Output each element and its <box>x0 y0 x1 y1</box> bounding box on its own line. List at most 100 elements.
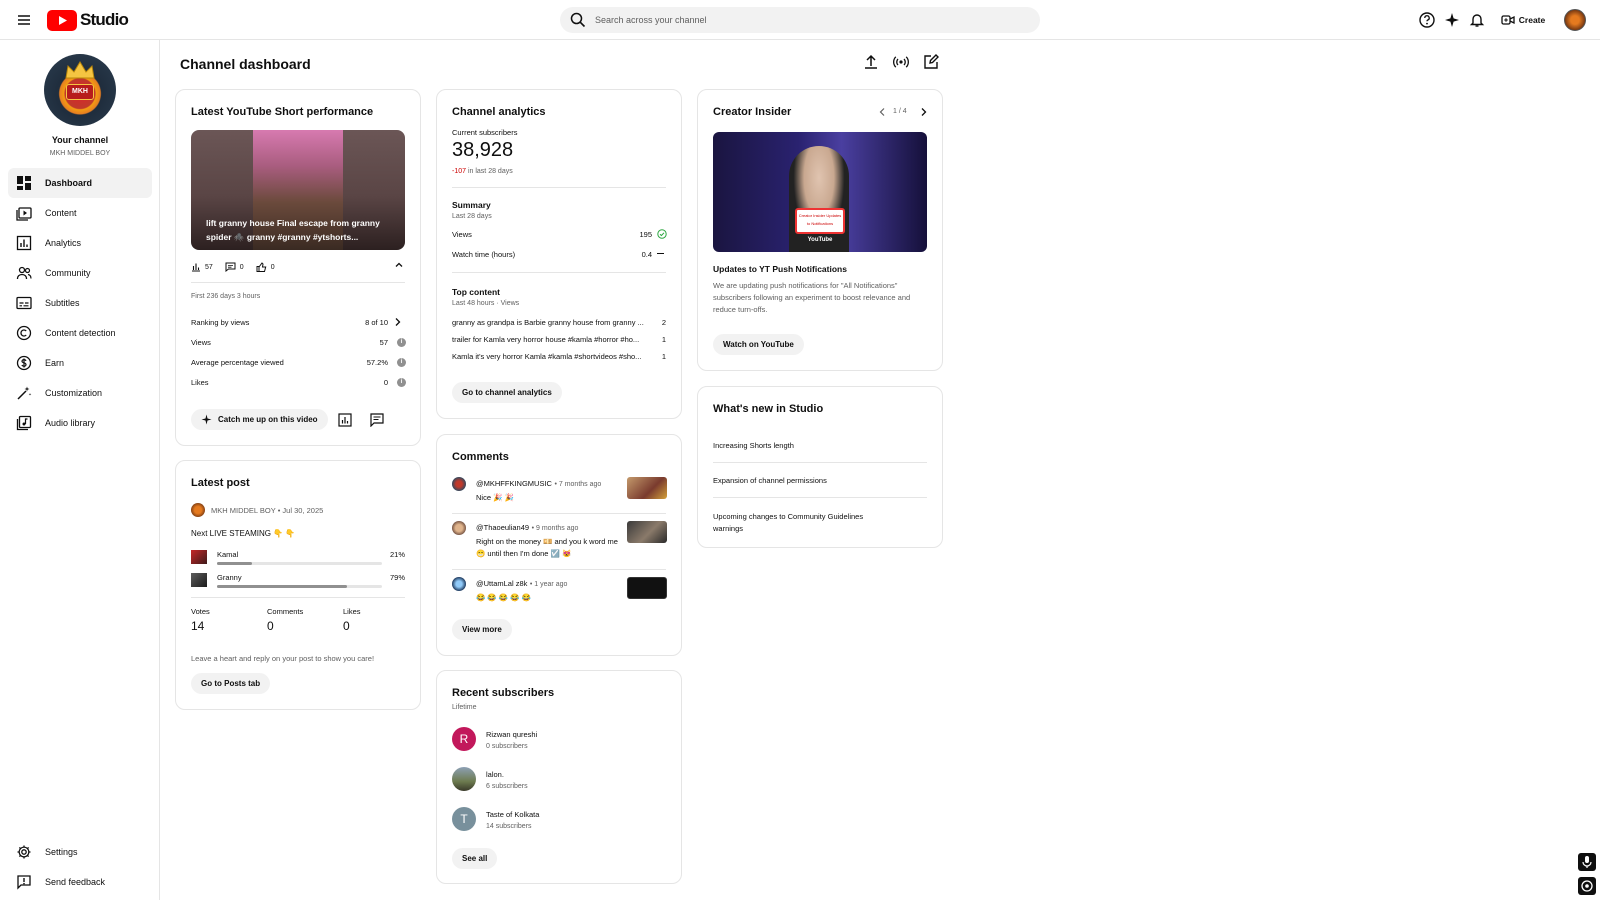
subscriber-name[interactable]: lalon. <box>486 770 504 779</box>
account-avatar[interactable] <box>1564 9 1586 31</box>
sidebar-item-settings[interactable]: Settings <box>8 837 152 867</box>
top-content-item[interactable]: Kamla it's very horror Kamla #kamla #sho… <box>452 352 652 361</box>
creator-insider-video-thumbnail[interactable]: Creator Insider Updates to Notifications… <box>713 132 927 252</box>
avg-viewed-value: 57.2% <box>366 358 388 367</box>
go-to-posts-tab-button[interactable]: Go to Posts tab <box>191 673 271 694</box>
info-icon[interactable]: i <box>397 358 406 367</box>
collapse-chevron-icon[interactable] <box>394 260 404 270</box>
votes-value: 14 <box>191 619 205 633</box>
sidebar-item-audio-library[interactable]: Audio library <box>8 408 152 438</box>
view-more-button[interactable]: View more <box>452 619 512 640</box>
post-author[interactable]: MKH MIDDEL BOY <box>211 506 276 515</box>
go-to-channel-analytics-button[interactable]: Go to channel analytics <box>452 382 562 403</box>
poll-bar-fill <box>217 562 252 565</box>
top-content-views: 1 <box>661 335 666 344</box>
subscriber-name[interactable]: Taste of Kolkata <box>486 810 539 819</box>
comment-video-thumbnail[interactable] <box>627 521 667 543</box>
short-video-title: lift granny house Final escape from gran… <box>206 218 380 242</box>
channel-avatar-badge: MKH <box>66 84 94 100</box>
votes-label: Votes <box>191 607 210 616</box>
subscriber-avatar[interactable]: R <box>452 727 476 751</box>
sidebar-item-customization[interactable]: Customization <box>8 378 152 408</box>
sidebar-item-earn[interactable]: Earn <box>8 348 152 378</box>
comment-video-thumbnail[interactable] <box>627 477 667 499</box>
comment-video-thumbnail[interactable] <box>627 577 667 599</box>
analytics-icon[interactable] <box>338 413 352 427</box>
top-bar: Studio Create <box>0 0 1600 40</box>
sidebar-item-content[interactable]: Content <box>8 198 152 228</box>
post-author-avatar <box>191 503 205 517</box>
subscriber-avatar[interactable]: T <box>452 807 476 831</box>
sidebar-item-community[interactable]: Community <box>8 258 152 288</box>
sidebar-item-send-feedback[interactable]: Send feedback <box>8 867 152 897</box>
go-live-icon[interactable] <box>892 53 910 71</box>
assistant-icon[interactable] <box>1578 877 1596 895</box>
chevron-right-icon[interactable] <box>393 317 402 327</box>
comment-author-avatar[interactable] <box>452 477 466 491</box>
comment-author[interactable]: @UttamLal z8k <box>476 579 527 588</box>
search-icon[interactable] <box>570 12 586 28</box>
latest-post-card: Latest post MKH MIDDEL BOY • Jul 30, 202… <box>175 460 421 710</box>
sidebar-item-label: Settings <box>45 847 78 857</box>
comment-author[interactable]: @MKHFFKINGMUSIC <box>476 479 552 488</box>
search-bar[interactable] <box>560 7 1040 33</box>
channel-avatar[interactable]: MKH <box>44 54 116 126</box>
catch-me-up-label: Catch me up on this video <box>218 415 318 424</box>
likes-label: Likes <box>191 378 209 387</box>
create-button[interactable]: Create <box>1493 9 1553 31</box>
comment-author-avatar[interactable] <box>452 577 466 591</box>
summary-title: Summary <box>452 200 491 210</box>
help-icon[interactable] <box>1418 11 1436 29</box>
chevron-right-icon[interactable] <box>919 107 928 117</box>
current-subscribers-label: Current subscribers <box>452 128 518 137</box>
comment-author[interactable]: @Thaoeulian49 <box>476 523 529 532</box>
search-input[interactable] <box>595 11 1025 29</box>
card-title: What's new in Studio <box>713 403 824 415</box>
latest-short-card: Latest YouTube Short performance lift gr… <box>175 89 421 446</box>
create-post-icon[interactable] <box>922 53 940 71</box>
hamburger-menu-icon[interactable] <box>14 10 34 30</box>
comment-icon[interactable] <box>370 413 384 427</box>
short-thumbnail[interactable]: lift granny house Final escape from gran… <box>191 130 405 250</box>
sidebar-item-content-detection[interactable]: Content detection <box>8 318 152 348</box>
info-icon[interactable]: i <box>397 378 406 387</box>
top-content-item[interactable]: granny as grandpa is Barbie granny house… <box>452 318 652 327</box>
see-all-button[interactable]: See all <box>452 848 498 869</box>
whats-new-card: What's new in Studio Increasing Shorts l… <box>697 386 943 548</box>
subscriber-avatar[interactable] <box>452 767 476 791</box>
summary-period: Last 28 days <box>452 213 492 220</box>
summary-watch-time-value: 0.4 <box>641 250 652 259</box>
comment-time: • 1 year ago <box>529 581 568 588</box>
notifications-bell-icon[interactable] <box>1468 11 1486 29</box>
subscriber-name[interactable]: Rizwan qureshi <box>486 730 537 739</box>
sidebar-item-subtitles[interactable]: Subtitles <box>8 288 152 318</box>
subscribers-change-suffix: in last 28 days <box>467 168 513 175</box>
youtube-studio-logo[interactable]: Studio <box>47 9 129 31</box>
comment-text: Right on the money 💴 and you k word me 😁… <box>476 537 618 558</box>
check-circle-icon <box>657 229 667 239</box>
sparkle-icon[interactable] <box>1443 11 1461 29</box>
card-title: Comments <box>452 451 509 463</box>
feedback-icon <box>17 875 31 890</box>
your-channel-label[interactable]: Your channel <box>0 135 160 145</box>
sidebar-item-dashboard[interactable]: Dashboard <box>8 168 152 198</box>
sidebar-item-analytics[interactable]: Analytics <box>8 228 152 258</box>
whats-new-item[interactable]: Upcoming changes to Community Guidelines… <box>713 511 883 535</box>
likes-stat: 0 <box>256 262 275 272</box>
summary-views-value: 195 <box>639 230 652 239</box>
whats-new-item[interactable]: Expansion of channel permissions <box>713 476 827 485</box>
upload-icon[interactable] <box>862 53 880 71</box>
sidebar-item-label: Content <box>45 208 77 218</box>
crown-icon <box>65 61 95 79</box>
catch-me-up-button[interactable]: Catch me up on this video <box>191 409 328 430</box>
chevron-left-icon[interactable] <box>878 107 887 117</box>
comment-author-avatar[interactable] <box>452 521 466 535</box>
whats-new-item[interactable]: Increasing Shorts length <box>713 441 794 450</box>
watch-on-youtube-button[interactable]: Watch on YouTube <box>713 334 804 355</box>
top-content-item[interactable]: trailer for Kamla very horror house #kam… <box>452 335 652 344</box>
thumbs-up-icon <box>256 262 267 272</box>
info-icon[interactable]: i <box>397 338 406 347</box>
poll-bar-fill <box>217 585 348 588</box>
microphone-icon[interactable] <box>1578 853 1596 871</box>
carousel-pager: 1 / 4 <box>893 108 907 115</box>
